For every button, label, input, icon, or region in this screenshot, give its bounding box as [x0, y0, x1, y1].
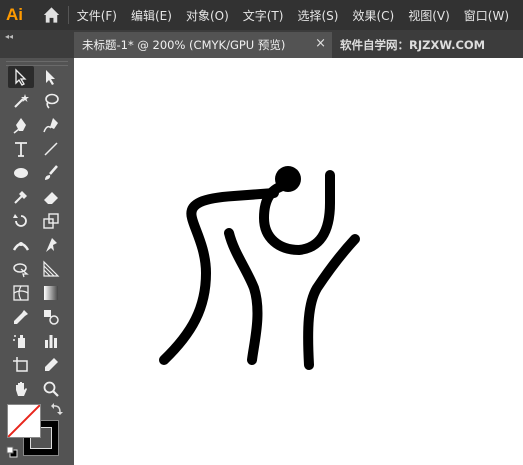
- swap-fill-stroke-icon[interactable]: [50, 402, 64, 416]
- eraser-tool-icon[interactable]: [38, 186, 64, 208]
- column-graph-tool-icon[interactable]: [38, 330, 64, 352]
- zoom-tool-icon[interactable]: [38, 378, 64, 400]
- stick-figure-artwork: [159, 166, 360, 370]
- shape-builder-tool-icon[interactable]: [8, 258, 34, 280]
- menu-window[interactable]: 窗口(W): [464, 7, 509, 24]
- gradient-tool-icon[interactable]: [38, 282, 64, 304]
- shaper-tool-icon[interactable]: [8, 186, 34, 208]
- menu-edit[interactable]: 编辑(E): [131, 7, 172, 24]
- none-slash-icon: [8, 405, 40, 437]
- menu-view[interactable]: 视图(V): [408, 7, 450, 24]
- mesh-tool-icon[interactable]: [8, 282, 34, 304]
- width-tool-icon[interactable]: [8, 234, 34, 256]
- app-logo: Ai: [6, 5, 23, 24]
- home-icon[interactable]: [41, 4, 62, 26]
- line-segment-tool-icon[interactable]: [38, 138, 64, 160]
- artboard-canvas[interactable]: [74, 58, 523, 465]
- artwork-head: [275, 166, 301, 192]
- document-tab-bar: ◂◂ 未标题-1* @ 200% (CMYK/GPU 预览) × 软件自学网：R…: [0, 30, 523, 58]
- symbol-sprayer-tool-icon[interactable]: [8, 330, 34, 352]
- menu-separator: [67, 6, 69, 24]
- tab-title: 软件自学网：RJZXW.COM: [340, 38, 486, 52]
- menu-object[interactable]: 对象(O): [186, 7, 229, 24]
- tab-document-inactive[interactable]: 软件自学网：RJZXW.COM: [334, 32, 523, 58]
- lasso-tool-icon[interactable]: [38, 90, 64, 112]
- pen-tool-icon[interactable]: [8, 114, 34, 136]
- collapse-icon: ◂◂: [5, 32, 14, 41]
- scale-tool-icon[interactable]: [38, 210, 64, 232]
- menu-effect[interactable]: 效果(C): [352, 7, 394, 24]
- blend-tool-icon[interactable]: [38, 306, 64, 328]
- artboard-tool-icon[interactable]: [8, 354, 34, 376]
- artwork-path-leg: [224, 228, 263, 365]
- panel-collapse-button[interactable]: ◂◂: [0, 30, 74, 58]
- direct-selection-tool-icon[interactable]: [38, 66, 64, 88]
- magic-wand-tool-icon[interactable]: [8, 90, 34, 112]
- ellipse-tool-icon[interactable]: [8, 162, 34, 184]
- selection-tool-icon[interactable]: [8, 66, 34, 88]
- tab-document-active[interactable]: 未标题-1* @ 200% (CMYK/GPU 预览) ×: [74, 32, 332, 58]
- type-tool-icon[interactable]: [8, 138, 34, 160]
- puppet-warp-tool-icon[interactable]: [38, 234, 64, 256]
- menu-type[interactable]: 文字(T): [243, 7, 284, 24]
- hand-tool-icon[interactable]: [8, 378, 34, 400]
- tools-panel: [0, 58, 74, 465]
- menu-bar: Ai 文件(F) 编辑(E) 对象(O) 文字(T) 选择(S) 效果(C) 视…: [0, 0, 523, 30]
- fill-color-swatch[interactable]: [7, 404, 41, 438]
- perspective-grid-tool-icon[interactable]: [38, 258, 64, 280]
- menu-file[interactable]: 文件(F): [77, 7, 117, 24]
- tab-title: 未标题-1* @ 200% (CMYK/GPU 预览): [82, 38, 286, 52]
- default-fill-stroke-icon[interactable]: [6, 446, 18, 458]
- menu-items: 文件(F) 编辑(E) 对象(O) 文字(T) 选择(S) 效果(C) 视图(V…: [77, 7, 523, 24]
- menu-select[interactable]: 选择(S): [297, 7, 338, 24]
- rotate-tool-icon[interactable]: [8, 210, 34, 232]
- eyedropper-tool-icon[interactable]: [8, 306, 34, 328]
- paintbrush-tool-icon[interactable]: [38, 162, 64, 184]
- slice-tool-icon[interactable]: [38, 354, 64, 376]
- close-icon[interactable]: ×: [315, 36, 326, 51]
- curvature-tool-icon[interactable]: [38, 114, 64, 136]
- artwork-path-right-leg: [303, 234, 360, 370]
